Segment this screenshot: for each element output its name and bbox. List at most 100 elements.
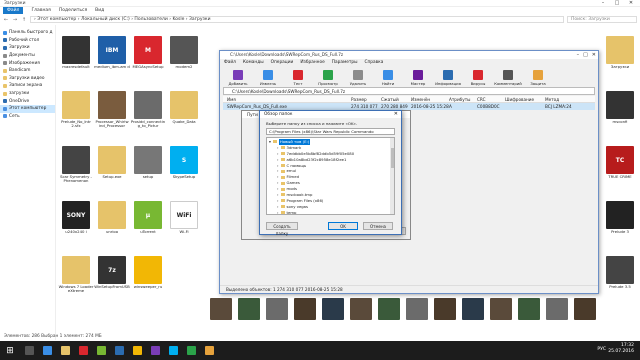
input-language[interactable]: РУС (597, 347, 606, 352)
file-tile[interactable]: WiFi Wi-Fi (166, 201, 202, 243)
sidebar-item[interactable]: Панель быстрого д (0, 29, 55, 37)
file-tile[interactable]: Prelude 3.5 (602, 256, 638, 298)
windows-start-icon[interactable]: ⊞ (0, 341, 20, 360)
up-arrow-icon[interactable]: ↑ (21, 17, 27, 23)
expand-arrow-icon[interactable]: › (277, 210, 279, 214)
file-tile[interactable]: Загрузки (602, 36, 638, 78)
address-field[interactable]: › Этот компьютер › Локальный диск (C:) ›… (30, 16, 564, 23)
file-tile[interactable]: M MEGAsyncSetup (130, 36, 166, 78)
column-header[interactable]: Имя (223, 96, 351, 102)
winrar-toolbar-button[interactable]: Информация (434, 70, 462, 86)
file-tile[interactable]: µ uTorrent (130, 201, 166, 243)
winrar-toolbar-button[interactable]: Извлечь (254, 70, 282, 86)
column-header[interactable]: CRC (477, 96, 505, 102)
new-folder-button[interactable]: Создать папку (266, 222, 298, 236)
folder-icon[interactable] (128, 341, 146, 360)
close-icon[interactable]: ✕ (624, 0, 638, 7)
app-icon[interactable] (110, 341, 128, 360)
table-row[interactable]: SWRepCom_Rus_DS_Full.exe 274 310 077 270 2… (223, 103, 595, 110)
sidebar-item[interactable]: Загрузки (0, 44, 55, 52)
ribbon-tab[interactable]: Вид (95, 8, 104, 13)
winrar-menu-item[interactable]: Операции (271, 59, 294, 66)
file-tile[interactable]: 7z WinSetupFromUSB (94, 256, 130, 298)
minimize-icon[interactable]: – (577, 51, 580, 59)
column-header[interactable]: Сжатый (381, 96, 411, 102)
cancel-button[interactable]: Отмена (363, 222, 393, 230)
folder-path-field[interactable]: C:\Program Files (x86)\Star Wars Republi… (266, 128, 395, 135)
winrar-path-field[interactable]: C:\Users\Kosle\Downloads\SWRepCom_Rus_DS… (223, 87, 595, 95)
file-tile[interactable]: setup (130, 146, 166, 188)
search-icon[interactable] (20, 341, 38, 360)
file-tile[interactable]: IBM medium_ibm-am d (94, 36, 130, 78)
sidebar-item[interactable]: Рабочий стол (0, 37, 55, 45)
sidebar-item[interactable]: Загрузки видео (0, 75, 55, 83)
forward-arrow-icon[interactable]: → (12, 17, 18, 23)
winrar-menu-item[interactable]: Команды (243, 59, 264, 66)
winrar-toolbar-button[interactable]: Просмотр (314, 70, 342, 86)
ribbon-tab[interactable]: Поделиться (59, 8, 87, 13)
clock[interactable]: 17:32 25.07.2016 (608, 343, 634, 355)
app-icon[interactable] (182, 341, 200, 360)
back-arrow-icon[interactable]: ← (3, 17, 9, 23)
file-tile[interactable]: S SkypeSetup (166, 146, 202, 188)
column-header[interactable]: Атрибуты (449, 96, 477, 102)
winrar-menu-item[interactable]: Файл (224, 59, 236, 66)
tree-node[interactable]: › temp (269, 210, 392, 214)
expand-arrow-icon[interactable]: ▾ (269, 139, 271, 145)
minimize-icon[interactable]: – (596, 0, 610, 7)
file-tile[interactable]: TC TRUE CRIME (602, 146, 638, 188)
explorer-icon[interactable] (56, 341, 74, 360)
file-tile[interactable]: Prelude 3 (602, 201, 638, 243)
file-tile[interactable]: Quake_Data (166, 91, 202, 133)
file-tile[interactable]: Prosidd_connectin g_to_Pictur (130, 91, 166, 133)
file-tile[interactable]: Windows 7 Loader eXtreme (58, 256, 94, 298)
sidebar-item[interactable]: загрузки (0, 90, 55, 98)
winrar-toolbar-button[interactable]: Добавить (224, 70, 252, 86)
winrar-toolbar-button[interactable]: Найти (374, 70, 402, 86)
skype-icon[interactable] (164, 341, 182, 360)
file-tile[interactable]: Prelude_No_Intr 2.sfx (58, 91, 94, 133)
file-tile[interactable]: unrioo (94, 201, 130, 243)
winrar-toolbar-button[interactable]: Удалить (344, 70, 372, 86)
winrar-menu-item[interactable]: Избранное (300, 59, 324, 66)
sidebar-item[interactable]: Записи экрана (0, 82, 55, 90)
file-tile[interactable]: maxresdefault (58, 36, 94, 78)
maximize-icon[interactable]: □ (610, 0, 624, 7)
sidebar-item[interactable]: Изображения (0, 59, 55, 67)
winrar-toolbar-button[interactable]: Мастер (404, 70, 432, 86)
winrar-toolbar-button[interactable]: Вирусы (464, 70, 492, 86)
task-view-icon[interactable] (38, 341, 56, 360)
sidebar-item[interactable]: OneDrive (0, 97, 55, 105)
file-tile[interactable]: SONY u240x240 i (58, 201, 94, 243)
file-tile[interactable]: modem2 (166, 36, 202, 78)
sidebar-item[interactable]: Этот компьютер (0, 104, 55, 113)
file-tile[interactable]: winsweeper_ru (130, 256, 166, 298)
maximize-icon[interactable]: □ (583, 51, 588, 59)
utorrent-icon[interactable] (92, 341, 110, 360)
close-icon[interactable]: ✕ (592, 51, 596, 59)
sidebar-item[interactable]: Bandicam (0, 67, 55, 75)
file-tile[interactable]: Processor_Whirlw ind_Processor (94, 91, 130, 133)
file-tile[interactable]: Setup.exe (94, 146, 130, 188)
ok-button[interactable]: OK (328, 222, 358, 230)
file-tile[interactable]: Scar Symmetry - Phenomenon (58, 146, 94, 188)
browser-icon[interactable] (74, 341, 92, 360)
winrar-menu-item[interactable]: Параметры (332, 59, 358, 66)
sidebar-item[interactable]: Документы (0, 52, 55, 60)
app-icon[interactable] (146, 341, 164, 360)
close-icon[interactable]: ✕ (394, 111, 398, 118)
ribbon-tab[interactable]: Главная (31, 8, 50, 13)
column-header[interactable]: Изменён (411, 96, 449, 102)
winrar-toolbar-button[interactable]: Комментарий (494, 70, 522, 86)
sidebar-item[interactable]: Сеть (0, 113, 55, 121)
winrar-menu-item[interactable]: Справка (364, 59, 383, 66)
column-header[interactable]: Шифрование (505, 96, 545, 102)
winrar-toolbar-button[interactable]: Тест (284, 70, 312, 86)
file-tile[interactable]: msconfi (602, 91, 638, 133)
ribbon-tab[interactable]: Файл (3, 7, 24, 14)
winrar-toolbar-button[interactable]: Защита (524, 70, 552, 86)
tree-scrollbar[interactable] (390, 138, 394, 214)
column-header[interactable]: Размер (351, 96, 381, 102)
column-header[interactable]: Метод (545, 96, 577, 102)
search-input[interactable]: Поиск: Загрузки (567, 16, 637, 23)
